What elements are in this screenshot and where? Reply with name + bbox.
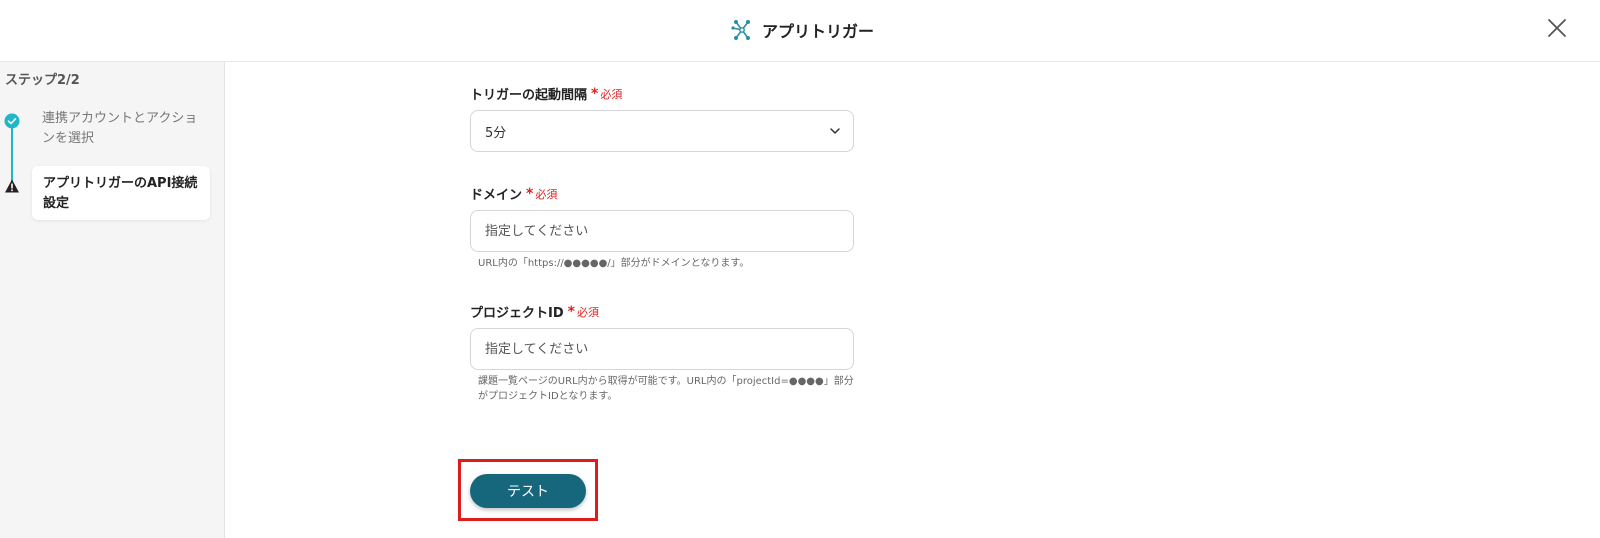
project-id-input[interactable] [470, 328, 854, 370]
interval-label: トリガーの起動間隔 [470, 88, 588, 103]
step-connector-line [11, 122, 13, 184]
required-text: 必須 [600, 87, 623, 101]
page-title: アプリトリガー [762, 22, 875, 41]
required-mark: * [567, 303, 575, 320]
required-mark: * [591, 85, 599, 102]
project-id-help-text: 課題一覧ページのURL内から取得が可能です。URL内の「projectId=●●… [478, 376, 854, 402]
project-id-label-group: プロジェクトID * 必須 [470, 302, 599, 322]
chevron-down-icon [830, 128, 840, 134]
required-mark: * [526, 185, 534, 202]
modal-header: アプリトリガー [0, 0, 1600, 62]
close-icon[interactable] [1545, 16, 1569, 40]
interval-label-group: トリガーの起動間隔 * 必須 [470, 84, 623, 104]
step-item-api-settings[interactable]: アプリトリガーのAPI接続設定 [32, 166, 210, 220]
interval-selected-value: 5分 [485, 125, 507, 141]
project-id-label: プロジェクトID [470, 306, 564, 321]
step-item-select-account[interactable]: 連携アカウントとアクションを選択 [42, 109, 202, 149]
check-circle-icon [4, 113, 20, 129]
required-text: 必須 [576, 305, 599, 319]
interval-select[interactable]: 5分 [470, 110, 854, 152]
required-text: 必須 [535, 187, 558, 201]
domain-label-group: ドメイン * 必須 [470, 184, 558, 204]
header-title-group: アプリトリガー [730, 15, 874, 45]
warning-icon [5, 179, 19, 193]
domain-help-text: URL内の「https://●●●●●/」部分がドメインとなります。 [478, 258, 750, 269]
domain-input[interactable] [470, 210, 854, 252]
app-trigger-icon [731, 20, 750, 40]
test-button[interactable]: テスト [470, 474, 586, 508]
step-counter: ステップ2/2 [5, 73, 80, 88]
domain-label: ドメイン [470, 188, 523, 203]
step-sidebar: ステップ2/2 連携アカウントとアクションを選択 アプリトリガーのAPI接続設定 [0, 62, 225, 538]
